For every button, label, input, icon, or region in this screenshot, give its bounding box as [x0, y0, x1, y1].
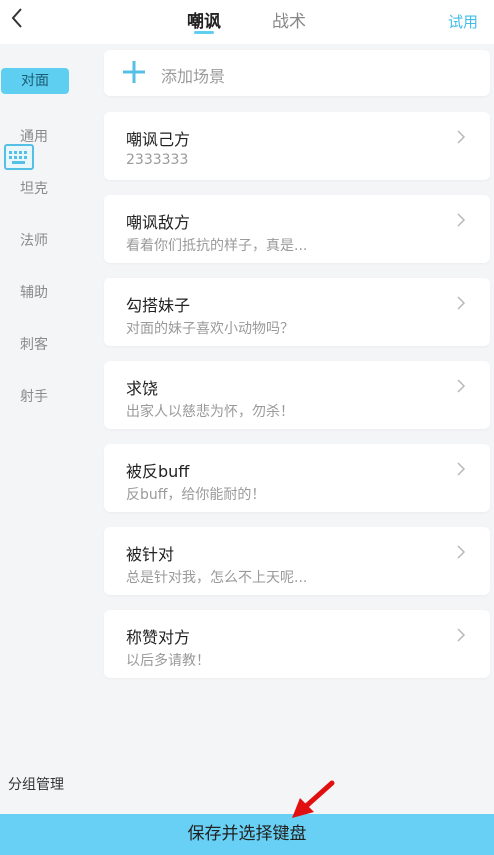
scene-subtitle: 对面的妹子喜欢小动物吗？ [126, 321, 294, 337]
sidebar-item-marksman[interactable]: 射手 [0, 386, 68, 406]
tab-tactics[interactable]: 战术 [272, 7, 306, 32]
add-scene-label: 添加场景 [161, 67, 226, 86]
sidebar-item-support[interactable]: 辅助 [0, 282, 68, 302]
scene-subtitle: 出家人以慈悲为怀，勿杀！ [126, 404, 294, 420]
sidebar-item-opponent[interactable]: 对面 [1, 68, 69, 94]
scene-item[interactable]: 被反buff 反buff，给你能耐的！ [104, 444, 490, 512]
scene-item[interactable]: 勾搭妹子 对面的妹子喜欢小动物吗？ [104, 278, 490, 346]
save-and-select-keyboard-button[interactable]: 保存并选择键盘 [0, 814, 494, 855]
back-arrow-icon[interactable] [6, 6, 30, 30]
category-sidebar: 对面 通用 坦克 法师 辅助 刺客 射手 分组管理 [0, 44, 90, 814]
sidebar-item-tank[interactable]: 坦克 [0, 178, 68, 198]
scene-subtitle: 反buff，给你能耐的！ [126, 487, 266, 503]
chevron-right-icon [457, 462, 466, 476]
chevron-right-icon [457, 379, 466, 393]
scene-title: 求饶 [126, 379, 159, 398]
scene-subtitle: 2333333 [126, 152, 189, 168]
scene-title: 被反buff [126, 462, 190, 481]
red-arrow-annotation-icon [292, 780, 335, 818]
chevron-right-icon [457, 628, 466, 642]
sidebar-item-assassin[interactable]: 刺客 [0, 334, 68, 354]
add-scene-button[interactable]: 添加场景 [104, 50, 490, 96]
tab-taunt[interactable]: 嘲讽 [187, 7, 221, 32]
scene-title: 嘲讽己方 [126, 130, 191, 149]
try-link[interactable]: 试用 [448, 11, 478, 32]
scene-item[interactable]: 求饶 出家人以慈悲为怀，勿杀！ [104, 361, 490, 429]
scene-title: 嘲讽敌方 [126, 213, 191, 232]
scene-title: 被针对 [126, 545, 175, 564]
scene-item[interactable]: 被针对 总是针对我，怎么不上天呢... [104, 527, 490, 595]
chevron-right-icon [457, 213, 466, 227]
keyboard-icon[interactable] [4, 144, 34, 170]
group-manage-link[interactable]: 分组管理 [8, 774, 64, 794]
scene-subtitle: 以后多请教！ [126, 653, 210, 669]
scene-item[interactable]: 嘲讽敌方 看着你们抵抗的样子，真是... [104, 195, 490, 263]
scene-title: 勾搭妹子 [126, 296, 191, 315]
chevron-right-icon [457, 545, 466, 559]
scene-title: 称赞对方 [126, 628, 191, 647]
sidebar-item-general[interactable]: 通用 [0, 126, 68, 146]
scene-item[interactable]: 称赞对方 以后多请教！ [104, 610, 490, 678]
scene-subtitle: 总是针对我，怎么不上天呢... [126, 570, 308, 586]
sidebar-item-mage[interactable]: 法师 [0, 230, 68, 250]
chevron-right-icon [457, 296, 466, 310]
chevron-right-icon [457, 130, 466, 144]
plus-icon [123, 61, 145, 83]
top-bar: 嘲讽 战术 试用 [0, 0, 494, 44]
scene-item[interactable]: 嘲讽己方 2333333 [104, 112, 490, 180]
scene-subtitle: 看着你们抵抗的样子，真是... [126, 238, 308, 254]
tab-active-indicator [194, 31, 214, 34]
